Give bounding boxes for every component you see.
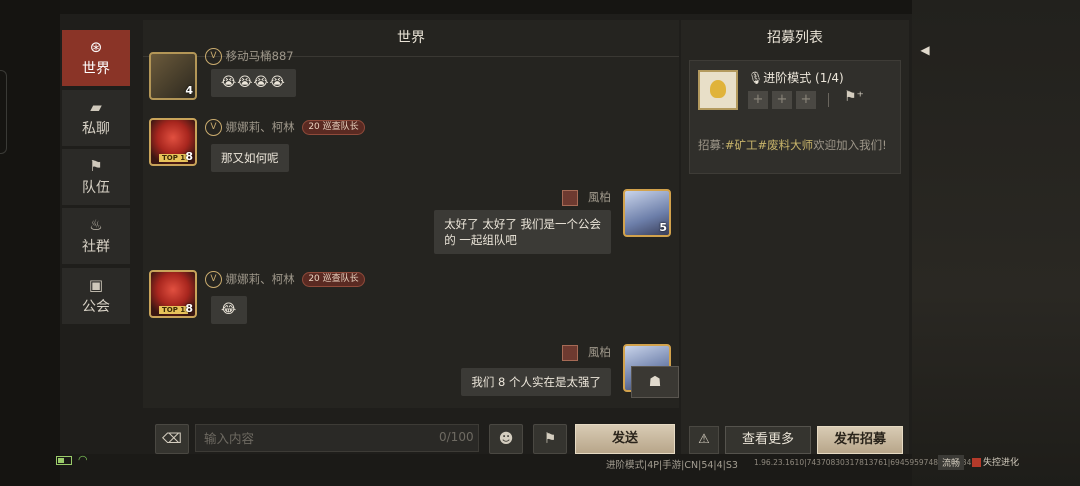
leader-avatar[interactable]	[698, 70, 738, 110]
message-bubble[interactable]: 😂	[211, 296, 248, 324]
report-user-icon[interactable]: ☗	[631, 366, 679, 398]
globe-icon: ⊛	[89, 38, 103, 56]
warning-icon[interactable]: ⚠	[689, 426, 719, 454]
avatar-level: 8	[185, 150, 193, 163]
vip-badge-icon: V	[205, 119, 222, 136]
nav-item-team[interactable]: ⚑ 队伍	[62, 149, 130, 205]
avatar[interactable]: 5	[623, 189, 671, 237]
flag-icon: ⚑	[89, 157, 103, 175]
rank-icon	[562, 189, 579, 206]
char-counter: 0/100	[439, 430, 474, 444]
message-bubble[interactable]: 太好了 太好了 我们是一个公会 的 一起组队吧	[434, 210, 611, 254]
share-flag-button[interactable]: ⚑	[533, 424, 567, 454]
empty-slot[interactable]: +	[796, 91, 816, 109]
avatar[interactable]: TOP 1 8	[149, 270, 197, 318]
vip-badge-icon: V	[205, 271, 222, 288]
avatar-level: 4	[185, 84, 193, 97]
sender-name[interactable]: V 移动马桶887	[205, 48, 294, 65]
nav-item-label: 公会	[82, 299, 110, 315]
battery-icon	[56, 456, 72, 465]
nav-item-community[interactable]: ♨ 社群	[62, 208, 130, 264]
emoji-button[interactable]: ☻	[489, 424, 523, 454]
chat-bubble-icon: ▰	[90, 98, 102, 116]
avatar[interactable]: TOP 1 8	[149, 118, 197, 166]
sender-name[interactable]: 風柏	[562, 344, 611, 361]
publish-recruit-button[interactable]: 发布招募	[817, 426, 903, 454]
view-more-button[interactable]: 查看更多	[725, 426, 811, 454]
avatar-level: 8	[185, 302, 193, 315]
duck-avatar-icon	[710, 80, 726, 98]
message-bubble[interactable]: 😭😭😭😭	[211, 69, 296, 97]
guild-icon: ▣	[88, 276, 104, 294]
recruit-panel: 招募列表 🎙进阶模式 (1/4) + + + ⚑⁺ 招募:#矿工#废料大师欢迎加…	[681, 20, 909, 454]
chat-input-bar: ⌫ 0/100 ☻ ⚑ 发送	[143, 410, 679, 454]
send-button[interactable]: 发送	[575, 424, 675, 454]
divider	[828, 93, 829, 107]
top-rank-badge: TOP 1	[159, 154, 189, 162]
nav-item-world[interactable]: ⊛ 世界	[62, 30, 130, 86]
recruit-mode: 🎙进阶模式 (1/4)	[748, 71, 844, 85]
nav-item-label: 世界	[82, 61, 110, 77]
nav-item-label: 私聊	[82, 121, 110, 137]
brand-logo: 失控进化	[972, 455, 1019, 468]
message-bubble[interactable]: 那又如何呢	[211, 144, 289, 172]
join-flag-icon[interactable]: ⚑⁺	[844, 89, 864, 105]
wifi-icon: ◠	[78, 453, 88, 466]
sender-name[interactable]: 風柏	[562, 189, 611, 206]
sender-name[interactable]: V 娜娜莉、柯林 20 巡查队长	[205, 271, 365, 288]
title-tag: 20 巡查队长	[302, 272, 365, 287]
top-rank-badge: TOP 1	[159, 306, 189, 314]
title-tag: 20 巡查队长	[302, 120, 365, 135]
clear-input-button[interactable]: ⌫	[155, 424, 189, 454]
rank-icon	[562, 344, 579, 361]
channel-nav: ⊛ 世界 ▰ 私聊 ⚑ 队伍 ♨ 社群 ▣ 公会	[60, 20, 142, 440]
microphone-icon: 🎙	[748, 71, 764, 85]
nav-item-private[interactable]: ▰ 私聊	[62, 90, 130, 146]
side-edge-tab[interactable]	[0, 70, 7, 154]
nav-item-label: 队伍	[82, 180, 110, 196]
chat-input[interactable]	[195, 424, 479, 452]
vip-badge-icon: V	[205, 48, 222, 65]
empty-slot[interactable]: +	[748, 91, 768, 109]
recruit-card[interactable]: 🎙进阶模式 (1/4) + + + ⚑⁺ 招募:#矿工#废料大师欢迎加入我们!	[689, 60, 901, 174]
brand-logo-icon	[972, 458, 981, 467]
message-bubble[interactable]: 我们 8 个人实在是太强了	[461, 368, 611, 396]
sender-name[interactable]: V 娜娜莉、柯林 20 巡查队长	[205, 119, 365, 136]
recruit-message: 招募:#矿工#废料大师欢迎加入我们!	[698, 138, 887, 152]
collapse-arrow-icon[interactable]: ◀	[913, 38, 937, 62]
nav-item-guild[interactable]: ▣ 公会	[62, 268, 130, 324]
avatar[interactable]: 4	[149, 52, 197, 100]
network-quality: 流畅	[938, 455, 965, 470]
campfire-icon: ♨	[89, 216, 103, 234]
chat-panel[interactable]: 世界 4 V 移动马桶887 😭😭😭😭 TOP 1 8 V 娜娜莉、柯林 20 …	[143, 20, 679, 408]
empty-slot[interactable]: +	[772, 91, 792, 109]
avatar-level: 5	[659, 221, 667, 234]
nav-item-label: 社群	[82, 239, 110, 255]
status-mode: 进阶模式|4P|手游|CN|54|4|S3	[606, 460, 738, 471]
recruit-title: 招募列表	[767, 30, 823, 46]
